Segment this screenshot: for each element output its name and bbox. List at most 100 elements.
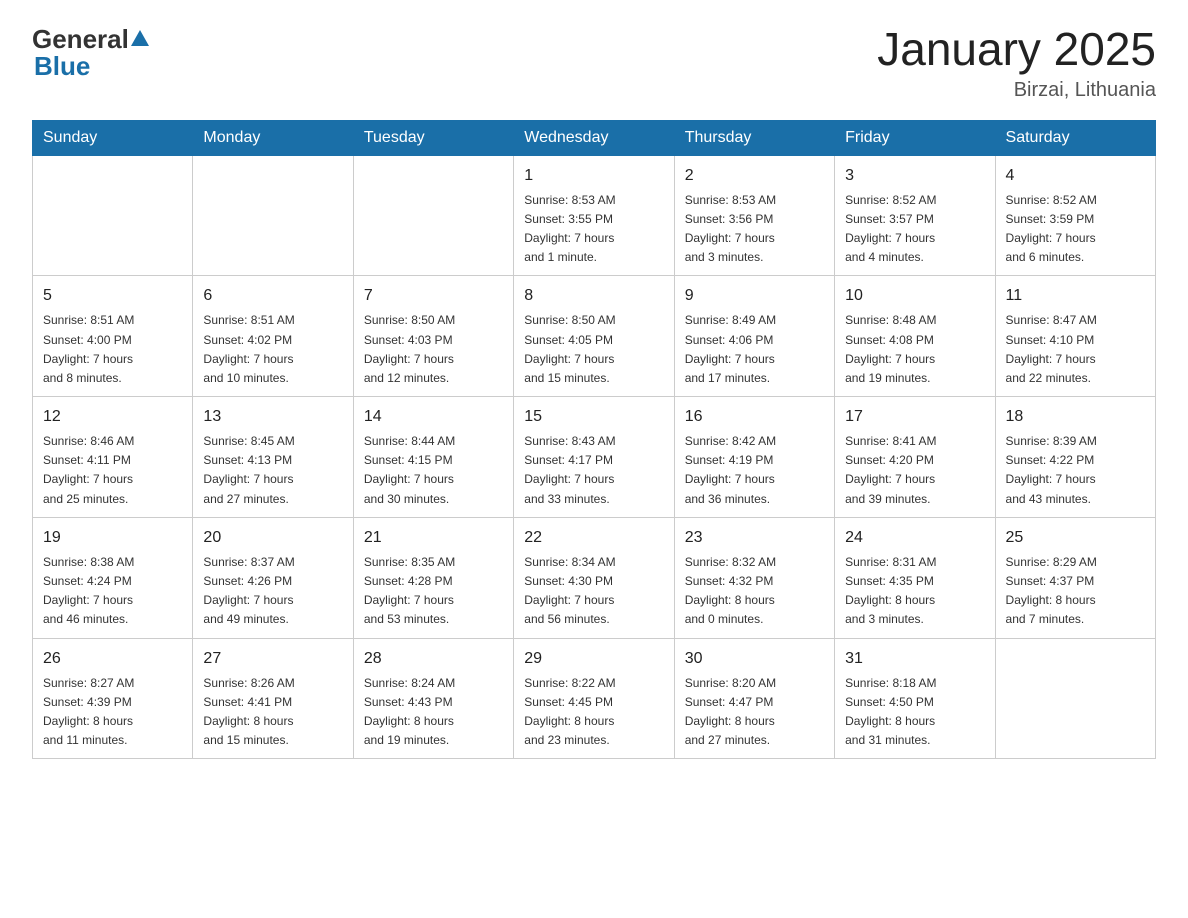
day-info: Sunrise: 8:50 AMSunset: 4:05 PMDaylight:… (524, 311, 663, 388)
calendar-cell: 23 Sunrise: 8:32 AMSunset: 4:32 PMDayligh… (674, 517, 834, 638)
header-row: Sunday Monday Tuesday Wednesday Thursday… (33, 120, 1156, 155)
day-number: 4 (1006, 164, 1145, 188)
day-info: Sunrise: 8:45 AMSunset: 4:13 PMDaylight:… (203, 432, 342, 509)
calendar-cell: 10Sunrise: 8:48 AMSunset: 4:08 PMDayligh… (835, 276, 995, 397)
day-info: Sunrise: 8:35 AMSunset: 4:28 PMDaylight:… (364, 553, 503, 630)
day-number: 31 (845, 647, 984, 671)
day-number: 24 (845, 526, 984, 550)
day-number: 11 (1006, 284, 1145, 308)
col-wednesday: Wednesday (514, 120, 674, 155)
calendar-cell: 12Sunrise: 8:46 AMSunset: 4:11 PMDayligh… (33, 397, 193, 518)
calendar-cell: 29 Sunrise: 8:22 AMSunset: 4:45 PMDayligh… (514, 638, 674, 759)
week-row-3: 12Sunrise: 8:46 AMSunset: 4:11 PMDayligh… (33, 397, 1156, 518)
day-info: Sunrise: 8:26 AMSunset: 4:41 PMDaylight:… (203, 674, 342, 751)
day-number: 21 (364, 526, 503, 550)
day-number: 13 (203, 405, 342, 429)
calendar-cell: 27 Sunrise: 8:26 AMSunset: 4:41 PMDayligh… (193, 638, 353, 759)
calendar-cell: 2 Sunrise: 8:53 AMSunset: 3:56 PMDaylight… (674, 155, 834, 276)
calendar-cell: 28Sunrise: 8:24 AMSunset: 4:43 PMDayligh… (353, 638, 513, 759)
calendar-cell: 8 Sunrise: 8:50 AMSunset: 4:05 PMDaylight… (514, 276, 674, 397)
logo-blue-text: Blue (34, 51, 90, 82)
day-info: Sunrise: 8:51 AMSunset: 4:02 PMDaylight:… (203, 311, 342, 388)
page-header: General Blue January 2025 Birzai, Lithua… (32, 24, 1156, 102)
day-number: 27 (203, 647, 342, 671)
day-info: Sunrise: 8:44 AMSunset: 4:15 PMDaylight:… (364, 432, 503, 509)
day-info: Sunrise: 8:18 AMSunset: 4:50 PMDaylight:… (845, 674, 984, 751)
calendar-cell (353, 155, 513, 276)
col-saturday: Saturday (995, 120, 1155, 155)
week-row-2: 5Sunrise: 8:51 AMSunset: 4:00 PMDaylight… (33, 276, 1156, 397)
calendar-cell: 22 Sunrise: 8:34 AMSunset: 4:30 PMDayligh… (514, 517, 674, 638)
day-info: Sunrise: 8:52 AMSunset: 3:59 PMDaylight:… (1006, 191, 1145, 268)
calendar-cell: 1 Sunrise: 8:53 AMSunset: 3:55 PMDaylight… (514, 155, 674, 276)
day-info: Sunrise: 8:37 AMSunset: 4:26 PMDaylight:… (203, 553, 342, 630)
day-info: Sunrise: 8:48 AMSunset: 4:08 PMDaylight:… (845, 311, 984, 388)
day-info: Sunrise: 8:46 AMSunset: 4:11 PMDaylight:… (43, 432, 182, 509)
day-info: Sunrise: 8:20 AMSunset: 4:47 PMDaylight:… (685, 674, 824, 751)
calendar-cell: 11 Sunrise: 8:47 AMSunset: 4:10 PMDayligh… (995, 276, 1155, 397)
day-number: 6 (203, 284, 342, 308)
day-number: 26 (43, 647, 182, 671)
calendar-cell: 26 Sunrise: 8:27 AMSunset: 4:39 PMDayligh… (33, 638, 193, 759)
day-number: 2 (685, 164, 824, 188)
day-info: Sunrise: 8:24 AMSunset: 4:43 PMDaylight:… (364, 674, 503, 751)
calendar-cell: 19 Sunrise: 8:38 AMSunset: 4:24 PMDayligh… (33, 517, 193, 638)
calendar-cell (995, 638, 1155, 759)
calendar-cell: 16Sunrise: 8:42 AMSunset: 4:19 PMDayligh… (674, 397, 834, 518)
week-row-1: 1 Sunrise: 8:53 AMSunset: 3:55 PMDaylight… (33, 155, 1156, 276)
calendar-cell: 6 Sunrise: 8:51 AMSunset: 4:02 PMDaylight… (193, 276, 353, 397)
day-info: Sunrise: 8:49 AMSunset: 4:06 PMDaylight:… (685, 311, 824, 388)
day-info: Sunrise: 8:52 AMSunset: 3:57 PMDaylight:… (845, 191, 984, 268)
day-number: 29 (524, 647, 663, 671)
day-info: Sunrise: 8:51 AMSunset: 4:00 PMDaylight:… (43, 311, 182, 388)
calendar-body: 1 Sunrise: 8:53 AMSunset: 3:55 PMDaylight… (33, 155, 1156, 759)
day-info: Sunrise: 8:42 AMSunset: 4:19 PMDaylight:… (685, 432, 824, 509)
calendar-cell: 15Sunrise: 8:43 AMSunset: 4:17 PMDayligh… (514, 397, 674, 518)
col-sunday: Sunday (33, 120, 193, 155)
day-number: 14 (364, 405, 503, 429)
calendar-cell: 13 Sunrise: 8:45 AMSunset: 4:13 PMDayligh… (193, 397, 353, 518)
col-thursday: Thursday (674, 120, 834, 155)
calendar-cell: 24 Sunrise: 8:31 AMSunset: 4:35 PMDayligh… (835, 517, 995, 638)
day-info: Sunrise: 8:31 AMSunset: 4:35 PMDaylight:… (845, 553, 984, 630)
day-info: Sunrise: 8:34 AMSunset: 4:30 PMDaylight:… (524, 553, 663, 630)
day-number: 23 (685, 526, 824, 550)
calendar-cell: 18Sunrise: 8:39 AMSunset: 4:22 PMDayligh… (995, 397, 1155, 518)
day-number: 20 (203, 526, 342, 550)
calendar-cell: 7Sunrise: 8:50 AMSunset: 4:03 PMDaylight… (353, 276, 513, 397)
month-title: January 2025 (877, 24, 1156, 75)
calendar-header: Sunday Monday Tuesday Wednesday Thursday… (33, 120, 1156, 155)
calendar-cell: 31 Sunrise: 8:18 AMSunset: 4:50 PMDayligh… (835, 638, 995, 759)
calendar-cell: 25 Sunrise: 8:29 AMSunset: 4:37 PMDayligh… (995, 517, 1155, 638)
day-info: Sunrise: 8:32 AMSunset: 4:32 PMDaylight:… (685, 553, 824, 630)
day-info: Sunrise: 8:47 AMSunset: 4:10 PMDaylight:… (1006, 311, 1145, 388)
calendar-cell: 21 Sunrise: 8:35 AMSunset: 4:28 PMDayligh… (353, 517, 513, 638)
day-number: 15 (524, 405, 663, 429)
day-number: 30 (685, 647, 824, 671)
title-area: January 2025 Birzai, Lithuania (877, 24, 1156, 102)
week-row-4: 19 Sunrise: 8:38 AMSunset: 4:24 PMDayligh… (33, 517, 1156, 638)
calendar-cell: 14 Sunrise: 8:44 AMSunset: 4:15 PMDayligh… (353, 397, 513, 518)
day-info: Sunrise: 8:39 AMSunset: 4:22 PMDaylight:… (1006, 432, 1145, 509)
logo: General Blue (32, 24, 149, 82)
calendar-cell: 9Sunrise: 8:49 AMSunset: 4:06 PMDaylight… (674, 276, 834, 397)
day-number: 25 (1006, 526, 1145, 550)
day-info: Sunrise: 8:38 AMSunset: 4:24 PMDaylight:… (43, 553, 182, 630)
day-info: Sunrise: 8:53 AMSunset: 3:56 PMDaylight:… (685, 191, 824, 268)
col-tuesday: Tuesday (353, 120, 513, 155)
day-number: 8 (524, 284, 663, 308)
day-info: Sunrise: 8:41 AMSunset: 4:20 PMDaylight:… (845, 432, 984, 509)
day-info: Sunrise: 8:27 AMSunset: 4:39 PMDaylight:… (43, 674, 182, 751)
calendar-cell (33, 155, 193, 276)
week-row-5: 26 Sunrise: 8:27 AMSunset: 4:39 PMDayligh… (33, 638, 1156, 759)
calendar-cell: 4 Sunrise: 8:52 AMSunset: 3:59 PMDaylight… (995, 155, 1155, 276)
day-number: 17 (845, 405, 984, 429)
day-info: Sunrise: 8:29 AMSunset: 4:37 PMDaylight:… (1006, 553, 1145, 630)
day-number: 1 (524, 164, 663, 188)
day-info: Sunrise: 8:53 AMSunset: 3:55 PMDaylight:… (524, 191, 663, 268)
calendar-cell: 5Sunrise: 8:51 AMSunset: 4:00 PMDaylight… (33, 276, 193, 397)
day-number: 7 (364, 284, 503, 308)
day-info: Sunrise: 8:22 AMSunset: 4:45 PMDaylight:… (524, 674, 663, 751)
day-number: 22 (524, 526, 663, 550)
day-number: 19 (43, 526, 182, 550)
